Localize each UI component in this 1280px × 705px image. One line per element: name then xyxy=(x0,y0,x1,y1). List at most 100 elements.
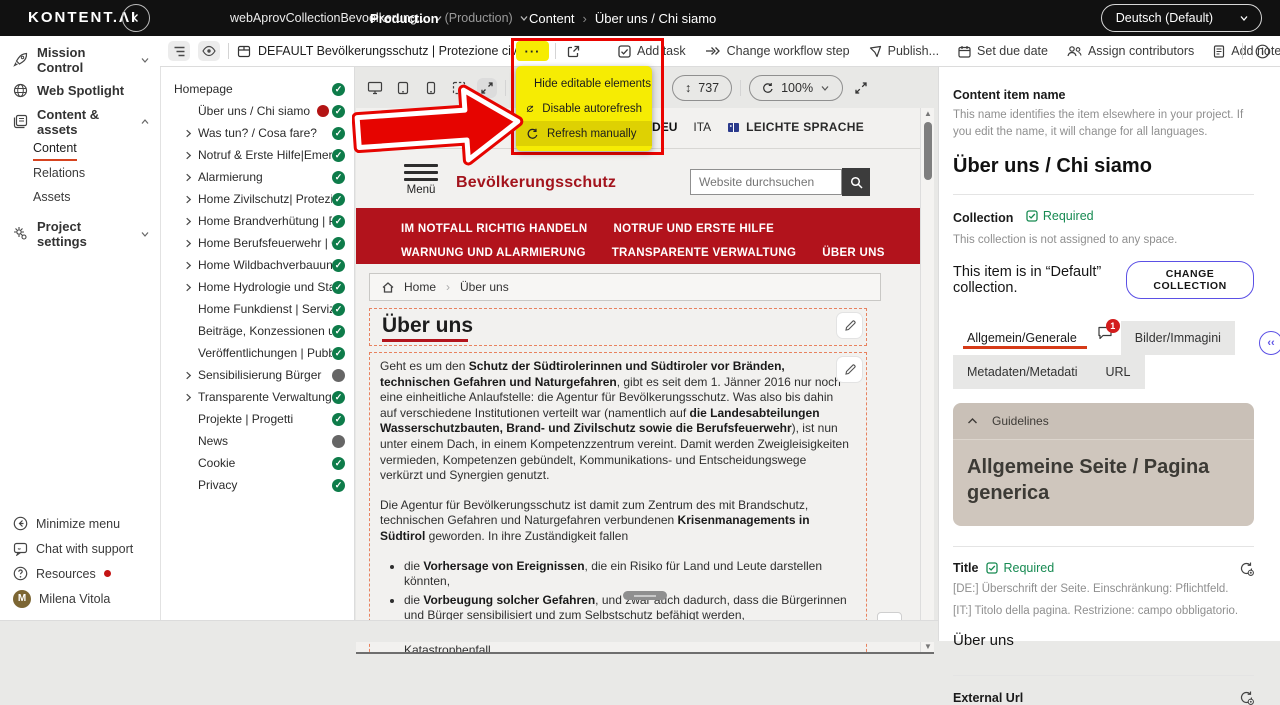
editable-heading-block[interactable]: Über uns xyxy=(369,308,867,346)
content-assets-icon xyxy=(13,114,28,129)
minimize-menu-button[interactable]: Minimize menu xyxy=(0,512,160,535)
fit-screen-button[interactable] xyxy=(477,78,497,98)
sidebar-item-relations[interactable]: Relations xyxy=(0,161,160,185)
guidelines-header[interactable]: Guidelines xyxy=(953,402,1254,439)
tree-item[interactable]: Home Hydrologie und Stauanl... ✓ xyxy=(160,276,354,298)
web-spotlight-icon xyxy=(13,83,28,98)
sidebar-item-label: Content & assets xyxy=(37,106,100,137)
published-status-icon: ✓ xyxy=(332,280,345,294)
tree-item[interactable]: Home Funkdienst | Servizio ra... ✓ xyxy=(160,298,354,320)
tablet-preview-button[interactable] xyxy=(393,78,413,98)
content-tree-toggle-button[interactable] xyxy=(168,41,190,61)
tree-item[interactable]: Was tun? / Cosa fare? ✓ xyxy=(160,122,354,144)
tree-item[interactable]: Home Wildbachverbauung | B... ✓ xyxy=(160,254,354,276)
editable-richtext-block[interactable]: Geht es um den Schutz der Südtirolerinne… xyxy=(369,352,867,652)
tab-images[interactable]: Bilder/Immagini xyxy=(1120,320,1235,355)
resources-button[interactable]: Resources xyxy=(0,562,160,585)
more-options-button[interactable]: ··· xyxy=(516,41,549,61)
sidebar-item-content[interactable]: Content xyxy=(33,137,77,161)
tree-item[interactable]: Privacy ✓ xyxy=(160,474,354,496)
breadcrumb-item: Über uns / Chi siamo xyxy=(594,10,717,26)
add-task-button[interactable]: Add task xyxy=(618,44,686,58)
phone-preview-button[interactable] xyxy=(421,78,441,98)
published-status-icon: ✓ xyxy=(332,170,345,184)
element-changes-icon[interactable] xyxy=(1239,690,1254,705)
site-menu-button[interactable]: Menü xyxy=(401,164,441,196)
custom-size-button[interactable] xyxy=(449,78,469,98)
tree-item[interactable]: Sensibilisierung Bürger ✓ xyxy=(160,364,354,386)
scrollbar-down-arrow[interactable]: ▼ xyxy=(924,642,932,651)
site-search-button[interactable] xyxy=(842,168,870,196)
scrollbar-up-arrow[interactable]: ▲ xyxy=(924,109,932,118)
breadcrumb-section[interactable]: Content xyxy=(529,11,575,26)
sidebar-item-assets[interactable]: Assets xyxy=(0,185,160,209)
zoom-selector[interactable]: 100% xyxy=(749,75,844,101)
space-selector[interactable]: DEFAULT Bevölkerungsschutz | Protezione … xyxy=(237,44,547,58)
site-nav-link[interactable]: ÜBER UNS xyxy=(822,247,884,259)
site-easy-language-link[interactable]: LEICHTE SPRACHE xyxy=(727,120,864,134)
tree-item[interactable]: News ✓ xyxy=(160,430,354,452)
site-nav-link[interactable]: IM NOTFALL RICHTIG HANDELN xyxy=(401,223,587,235)
change-workflow-step-button[interactable]: Change workflow step xyxy=(705,44,850,58)
tree-item[interactable]: Über uns / Chi siamo ✓ xyxy=(160,100,354,122)
published-status-icon: ✓ xyxy=(332,434,345,448)
open-preview-button[interactable] xyxy=(564,41,584,61)
tree-item[interactable]: Homepage ✓ xyxy=(160,78,354,100)
tree-item[interactable]: Projekte | Progetti ✓ xyxy=(160,408,354,430)
tab-url[interactable]: URL xyxy=(1091,354,1145,389)
site-scrollbar[interactable]: ▲ ▼ xyxy=(920,108,934,652)
tab-general[interactable]: Allgemein/Generale 1 xyxy=(953,318,1121,355)
preview-toggle-button[interactable] xyxy=(198,41,220,61)
fullscreen-button[interactable] xyxy=(851,78,871,98)
desktop-preview-button[interactable] xyxy=(365,78,385,98)
publish-button[interactable]: Publish... xyxy=(869,44,939,58)
chat-icon xyxy=(13,542,28,556)
tree-item[interactable]: Home Brandverhütung | Prev... ✓ xyxy=(160,210,354,232)
preview-resize-handle[interactable] xyxy=(623,591,667,600)
info-icon[interactable] xyxy=(1255,44,1270,59)
language-selector[interactable]: Deutsch (Default) xyxy=(1100,4,1262,32)
tree-item[interactable]: Alarmierung ✓ xyxy=(160,166,354,188)
tree-item[interactable]: Veröffentlichungen | Pubblica... ✓ xyxy=(160,342,354,364)
gear-icon xyxy=(14,227,27,240)
tree-item[interactable]: Notruf & Erste Hilfe|Emergenz... ✓ xyxy=(160,144,354,166)
chat-with-support-button[interactable]: Chat with support xyxy=(0,537,160,560)
site-breadcrumb-home[interactable]: Home xyxy=(404,280,436,294)
tree-item[interactable]: Transparente Verwaltung | A... ✓ xyxy=(160,386,354,408)
tab-metadata[interactable]: Metadaten/Metadati xyxy=(953,354,1092,389)
tree-item[interactable]: Beiträge, Konzessionen und ... ✓ xyxy=(160,320,354,342)
user-menu[interactable]: M Milena Vitola xyxy=(0,587,160,610)
viewport-height-field[interactable]: ↕ 737 xyxy=(672,75,733,101)
environment-selector[interactable]: Production (Production) xyxy=(370,0,529,36)
site-breadcrumb: Home › Über uns xyxy=(369,273,881,301)
sidebar-item-web-spotlight[interactable]: Web Spotlight xyxy=(0,75,160,106)
site-nav-link[interactable]: TRANSPARENTE VERWALTUNG xyxy=(612,247,797,259)
site-nav-link[interactable]: WARNUNG UND ALARMIERUNG xyxy=(401,247,586,259)
edit-richtext-button[interactable] xyxy=(837,357,862,382)
sidebar-item-content-assets[interactable]: Content & assets xyxy=(0,106,160,137)
change-collection-button[interactable]: CHANGE COLLECTION xyxy=(1126,260,1254,299)
element-changes-icon[interactable] xyxy=(1239,561,1254,576)
assign-contributors-button[interactable]: Assign contributors xyxy=(1067,44,1194,58)
menu-item-refresh-manually[interactable]: Refresh manually xyxy=(516,121,652,146)
comments-indicator[interactable]: 1 xyxy=(1097,318,1120,340)
content-item-name-value[interactable]: Über uns / Chi siamo xyxy=(953,155,1254,178)
scrollbar-thumb[interactable] xyxy=(923,122,932,180)
draft-status-dot xyxy=(317,105,329,117)
tree-item[interactable]: Home Zivilschutz| Protezione ... ✓ xyxy=(160,188,354,210)
site-lang-deu[interactable]: DEU xyxy=(652,120,677,134)
site-lang-ita[interactable]: ITA xyxy=(693,120,711,134)
back-button[interactable] xyxy=(122,4,150,32)
set-due-date-button[interactable]: Set due date xyxy=(958,44,1048,58)
tree-item[interactable]: Cookie ✓ xyxy=(160,452,354,474)
collapse-panel-button[interactable]: ‹‹ xyxy=(1259,331,1280,355)
sidebar-item-mission-control[interactable]: Mission Control xyxy=(0,44,160,75)
menu-item-disable-autorefresh[interactable]: Disable autorefresh xyxy=(516,96,652,121)
site-search-input[interactable] xyxy=(690,169,842,195)
menu-item-hide-editable-elements[interactable]: Hide editable elements xyxy=(516,71,652,96)
site-nav-link[interactable]: NOTRUF UND ERSTE HILFE xyxy=(613,223,774,235)
tree-item[interactable]: Home Berufsfeuerwehr | Cor... ✓ xyxy=(160,232,354,254)
sidebar-item-project-settings[interactable]: Project settings xyxy=(0,218,160,249)
contributors-icon xyxy=(1067,46,1082,57)
edit-heading-button[interactable] xyxy=(837,313,862,338)
